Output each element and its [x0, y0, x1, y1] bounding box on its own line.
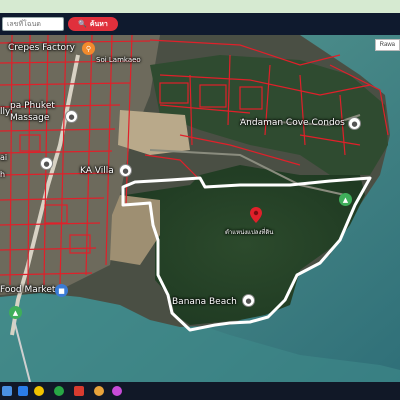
deed-number-search-input[interactable] [2, 17, 64, 31]
label-massage: Massage [10, 113, 50, 123]
place-pin-icon[interactable]: ● [40, 157, 53, 170]
place-pin-icon[interactable]: ● [119, 164, 132, 177]
label-crepes-factory: Crepes Factory [8, 43, 75, 53]
label-food-market: Food Market [0, 285, 56, 295]
search-icon: 🔍 [78, 20, 87, 28]
label-banana-beach: Banana Beach [172, 297, 237, 307]
label-ka-villa: KA Villa [80, 166, 114, 176]
chrome-browser-icon[interactable] [34, 386, 44, 396]
app-icon[interactable] [112, 386, 122, 396]
tree-icon[interactable]: ▲ [339, 193, 352, 206]
search-toolbar: 🔍 ค้นหา [0, 13, 400, 35]
label-misc-left-2: h [0, 170, 6, 179]
windows-start-icon[interactable] [2, 386, 12, 396]
satellite-map[interactable]: Rawa Crepes Factory ⚲ Soi Lamkaeo lly pa… [0, 35, 400, 382]
app-icon[interactable] [94, 386, 104, 396]
place-pin-icon[interactable]: ● [348, 117, 361, 130]
map-pin-icon[interactable] [250, 207, 262, 223]
os-taskbar [0, 382, 400, 400]
fork-knife-icon[interactable]: ⚲ [82, 42, 95, 55]
label-andaman-cove-condos: Andaman Cove Condos [240, 118, 345, 128]
search-button[interactable]: 🔍 ค้นหา [68, 17, 118, 31]
place-pin-icon[interactable]: ● [65, 110, 78, 123]
map-canvas [0, 35, 400, 382]
label-land-position: ตำแหน่งแปลงที่ดิน [225, 229, 274, 236]
line-app-icon[interactable] [54, 386, 64, 396]
label-misc-left-1: ai [0, 153, 8, 162]
edge-browser-icon[interactable] [18, 386, 28, 396]
shopping-bag-icon[interactable]: ■ [55, 284, 68, 297]
tree-icon[interactable]: ▲ [9, 306, 22, 319]
label-soi-lamkaeo: Soi Lamkaeo [96, 56, 141, 64]
browser-top-strip [0, 0, 400, 13]
label-pa-phuket: pa Phuket [10, 101, 55, 111]
search-button-label: ค้นหา [89, 19, 108, 28]
place-pin-icon[interactable]: ● [242, 294, 255, 307]
label-lly: lly [0, 107, 11, 117]
app-icon[interactable] [74, 386, 84, 396]
map-type-button[interactable]: Rawa [374, 39, 400, 51]
